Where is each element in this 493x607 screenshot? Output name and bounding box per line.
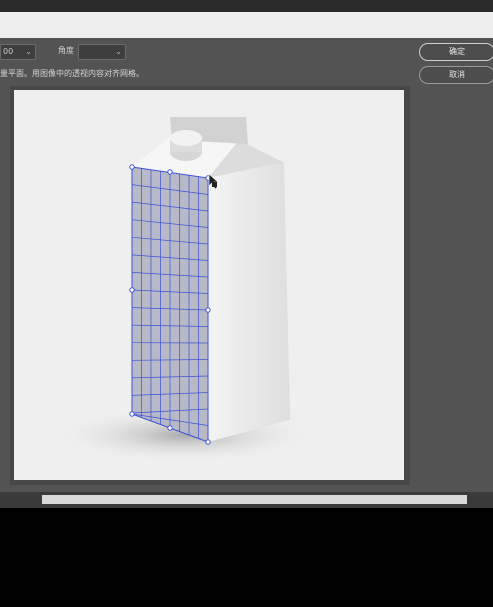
carton-cap-top	[170, 130, 202, 146]
carton-right-face	[208, 162, 290, 442]
black-area	[0, 508, 493, 607]
horizontal-scrollbar[interactable]	[42, 495, 467, 504]
grid-size-value: 00	[3, 47, 14, 56]
angle-label: 角度	[58, 46, 74, 55]
preview-canvas[interactable]	[14, 90, 404, 480]
grid-size-field[interactable]: 00 ⌄	[0, 44, 36, 60]
ok-button[interactable]: 确定	[419, 43, 493, 61]
chevron-down-icon[interactable]: ⌄	[115, 45, 122, 59]
carton-preview	[54, 117, 314, 463]
top-strip	[0, 0, 493, 12]
angle-field[interactable]: ⌄	[78, 44, 126, 60]
title-bar	[0, 12, 493, 38]
chevron-down-icon[interactable]: ⌄	[25, 45, 32, 59]
cancel-button[interactable]: 取消	[419, 66, 493, 84]
hint-text: 量平面。用图像中的透视内容对齐网格。	[0, 69, 144, 78]
